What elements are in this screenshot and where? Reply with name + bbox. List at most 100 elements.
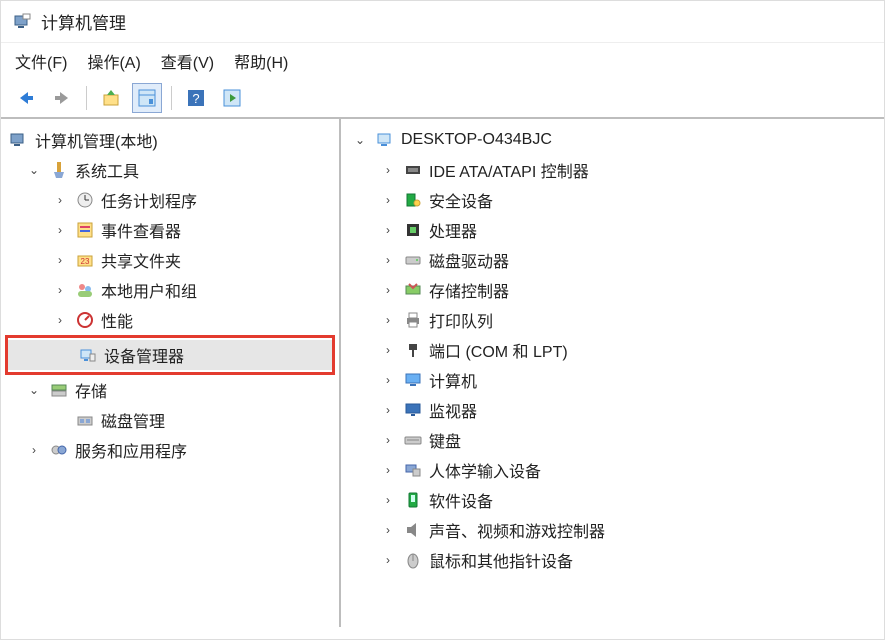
tree-system-tools[interactable]: ⌄ 系统工具	[5, 155, 335, 185]
tree-label: 任务计划程序	[101, 188, 197, 212]
chevron-right-icon[interactable]: ›	[51, 313, 69, 327]
up-button[interactable]	[96, 83, 126, 113]
services-icon	[49, 440, 69, 460]
tree-label: 计算机管理(本地)	[35, 128, 158, 152]
menu-action[interactable]: 操作(A)	[87, 49, 140, 73]
chevron-right-icon[interactable]: ›	[379, 343, 397, 357]
disk-drive-icon	[403, 250, 423, 270]
tree-label: 安全设备	[429, 188, 493, 212]
tree-label: 计算机	[429, 368, 477, 392]
tree-disk-management[interactable]: › 磁盘管理	[5, 405, 335, 435]
keyboard-icon	[403, 430, 423, 450]
tree-label: 性能	[101, 308, 133, 332]
tree-label: 服务和应用程序	[75, 438, 187, 462]
device-sound[interactable]: › 声音、视频和游戏控制器	[345, 515, 880, 545]
chevron-right-icon[interactable]: ›	[379, 493, 397, 507]
chevron-right-icon[interactable]: ›	[379, 163, 397, 177]
storage-controller-icon	[403, 280, 423, 300]
chevron-right-icon[interactable]: ›	[379, 373, 397, 387]
chevron-down-icon[interactable]: ⌄	[351, 133, 369, 147]
chevron-right-icon[interactable]: ›	[51, 223, 69, 237]
help-button[interactable]: ?	[181, 83, 211, 113]
chevron-right-icon[interactable]: ›	[379, 553, 397, 567]
chevron-right-icon[interactable]: ›	[379, 433, 397, 447]
toolbar-separator	[171, 86, 172, 110]
svg-text:?: ?	[192, 91, 199, 106]
device-storage-ctrl[interactable]: › 存储控制器	[345, 275, 880, 305]
hid-icon	[403, 460, 423, 480]
device-mouse[interactable]: › 鼠标和其他指针设备	[345, 545, 880, 575]
storage-icon	[49, 380, 69, 400]
chevron-right-icon[interactable]: ›	[379, 403, 397, 417]
properties-button[interactable]	[132, 83, 162, 113]
tree-label: 共享文件夹	[101, 248, 181, 272]
event-viewer-icon	[75, 220, 95, 240]
svg-text:23: 23	[81, 257, 90, 266]
forward-button[interactable]	[47, 83, 77, 113]
chevron-right-icon[interactable]: ›	[379, 463, 397, 477]
tree-label: 打印队列	[429, 308, 493, 332]
menu-view[interactable]: 查看(V)	[161, 49, 214, 73]
tree-shared-folders[interactable]: › 23 共享文件夹	[5, 245, 335, 275]
chevron-right-icon[interactable]: ›	[379, 253, 397, 267]
device-monitors[interactable]: › 监视器	[345, 395, 880, 425]
computer-device-icon	[403, 370, 423, 390]
device-disk-drives[interactable]: › 磁盘驱动器	[345, 245, 880, 275]
performance-icon	[75, 310, 95, 330]
device-keyboards[interactable]: › 键盘	[345, 425, 880, 455]
app-icon	[13, 12, 33, 32]
chevron-right-icon[interactable]: ›	[379, 283, 397, 297]
device-security[interactable]: › 安全设备	[345, 185, 880, 215]
device-software[interactable]: › 软件设备	[345, 485, 880, 515]
device-manager-icon	[78, 345, 98, 365]
menu-help[interactable]: 帮助(H)	[234, 49, 288, 73]
tree-label: 键盘	[429, 428, 461, 452]
chevron-right-icon[interactable]: ›	[379, 193, 397, 207]
tree-label: DESKTOP-O434BJC	[401, 131, 552, 149]
tree-label: 人体学输入设备	[429, 458, 541, 482]
chevron-right-icon[interactable]: ›	[379, 523, 397, 537]
tree-performance[interactable]: › 性能	[5, 305, 335, 335]
device-computers[interactable]: › 计算机	[345, 365, 880, 395]
device-print-queues[interactable]: › 打印队列	[345, 305, 880, 335]
mouse-icon	[403, 550, 423, 570]
tree-event-viewer[interactable]: › 事件查看器	[5, 215, 335, 245]
tree-storage[interactable]: ⌄ 存储	[5, 375, 335, 405]
tree-label: 端口 (COM 和 LPT)	[429, 338, 568, 362]
device-ports[interactable]: › 端口 (COM 和 LPT)	[345, 335, 880, 365]
tree-device-manager[interactable]: › 设备管理器	[8, 340, 332, 370]
device-root[interactable]: ⌄ DESKTOP-O434BJC	[345, 125, 880, 155]
device-cpu[interactable]: › 处理器	[345, 215, 880, 245]
tree-services-apps[interactable]: › 服务和应用程序	[5, 435, 335, 465]
action-button[interactable]	[217, 83, 247, 113]
tree-label: 本地用户和组	[101, 278, 197, 302]
device-hid[interactable]: › 人体学输入设备	[345, 455, 880, 485]
tree-local-users[interactable]: › 本地用户和组	[5, 275, 335, 305]
device-ide[interactable]: › IDE ATA/ATAPI 控制器	[345, 155, 880, 185]
tree-label: 磁盘驱动器	[429, 248, 509, 272]
chevron-right-icon[interactable]: ›	[51, 193, 69, 207]
chevron-right-icon[interactable]: ›	[51, 283, 69, 297]
chevron-down-icon[interactable]: ⌄	[25, 383, 43, 397]
menu-file[interactable]: 文件(F)	[15, 49, 67, 73]
tree-label: 声音、视频和游戏控制器	[429, 518, 605, 542]
software-device-icon	[403, 490, 423, 510]
security-device-icon	[403, 190, 423, 210]
sound-icon	[403, 520, 423, 540]
tree-label: 处理器	[429, 218, 477, 242]
tree-label: 磁盘管理	[101, 408, 165, 432]
expand-placeholder: ›	[51, 413, 69, 427]
tree-task-scheduler[interactable]: › 任务计划程序	[5, 185, 335, 215]
processor-icon	[403, 220, 423, 240]
chevron-right-icon[interactable]: ›	[379, 313, 397, 327]
chevron-right-icon[interactable]: ›	[51, 253, 69, 267]
tools-icon	[49, 160, 69, 180]
chevron-right-icon[interactable]: ›	[25, 443, 43, 457]
chevron-right-icon[interactable]: ›	[379, 223, 397, 237]
back-button[interactable]	[11, 83, 41, 113]
tree-label: 系统工具	[75, 158, 139, 182]
chevron-down-icon[interactable]: ⌄	[25, 163, 43, 177]
window-title: 计算机管理	[41, 9, 126, 34]
tree-label: 事件查看器	[101, 218, 181, 242]
tree-root-local[interactable]: 计算机管理(本地)	[5, 125, 335, 155]
